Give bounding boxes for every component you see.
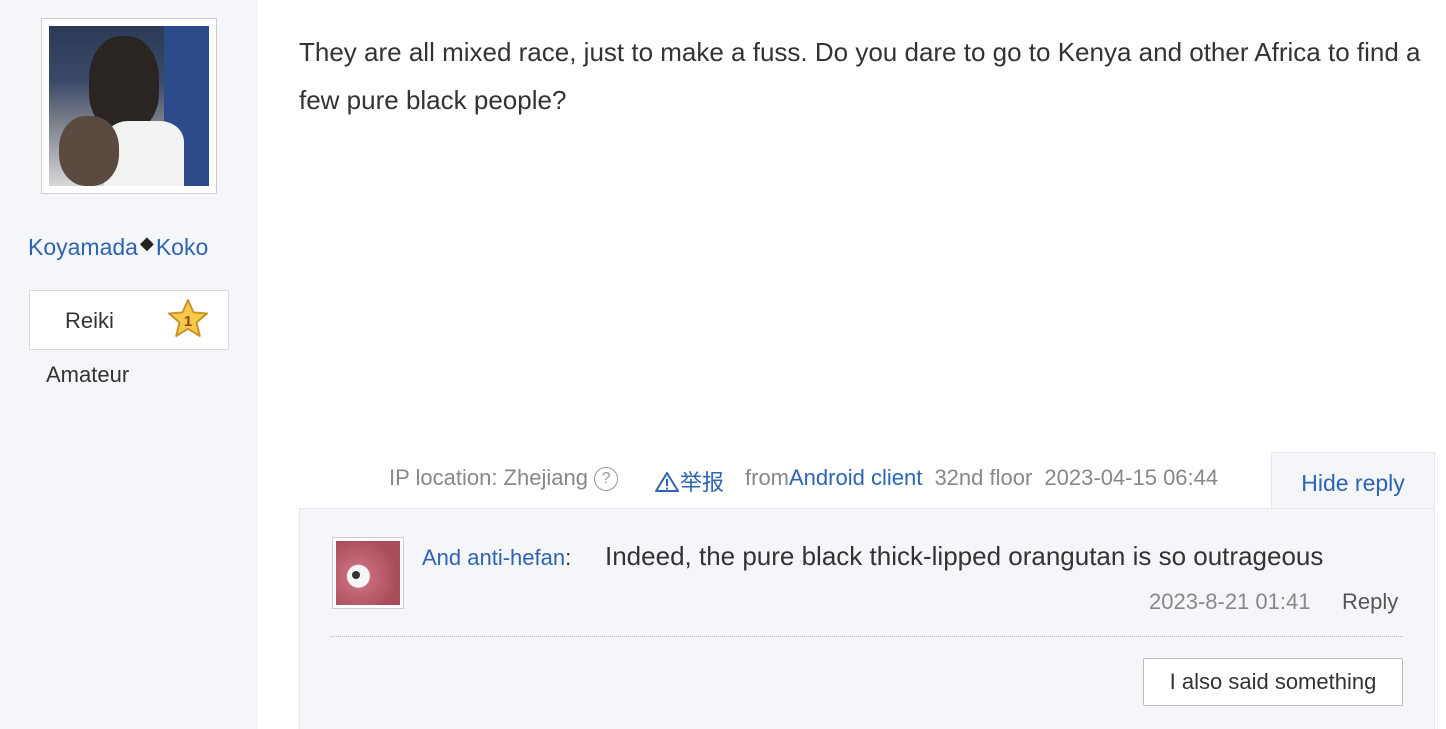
- level-number: 1: [184, 313, 192, 330]
- post-meta: fromAndroid client 32nd floor 2023-04-15…: [745, 465, 1218, 491]
- level-badge[interactable]: Reiki 1: [29, 290, 229, 350]
- ip-location: IP location: Zhejiang ?: [389, 465, 619, 491]
- divider: [331, 636, 1403, 637]
- post-content: They are all mixed race, just to make a …: [299, 37, 1421, 115]
- author-rank: Amateur: [46, 362, 130, 387]
- warning-icon: [655, 472, 679, 492]
- author-username[interactable]: Koyamada ◆Koko: [28, 233, 208, 261]
- reply-text: Indeed, the pure black thick-lipped oran…: [605, 541, 1324, 571]
- reply-button[interactable]: Reply: [1342, 589, 1398, 615]
- reply-username[interactable]: And anti-hefan: [422, 545, 565, 570]
- post-timestamp: 2023-04-15 06:44: [1044, 465, 1219, 490]
- from-label: from: [745, 465, 789, 490]
- floor-number: 32nd floor: [934, 465, 1033, 490]
- say-something-button[interactable]: I also said something: [1143, 658, 1403, 706]
- diamond-icon: ◆: [139, 233, 154, 253]
- author-avatar[interactable]: [41, 18, 217, 194]
- author-sidebar: Koyamada ◆Koko Reiki 1 Amateur: [0, 0, 258, 729]
- avatar-image: [49, 26, 209, 186]
- reply-user: And anti-hefan:: [422, 545, 571, 571]
- reply-avatar-image: [336, 541, 400, 605]
- level-star-icon: 1: [168, 299, 208, 337]
- hide-reply-button[interactable]: Hide reply: [1271, 452, 1435, 510]
- ip-label: IP location: Zhejiang: [389, 465, 588, 490]
- help-icon[interactable]: ?: [594, 467, 619, 491]
- username-part2[interactable]: Koko: [156, 234, 208, 260]
- report-link[interactable]: 举报: [654, 465, 724, 497]
- level-name: Reiki: [65, 308, 114, 333]
- reply-colon: :: [565, 545, 572, 570]
- reply-timestamp: 2023-8-21 01:41: [1149, 589, 1311, 614]
- username-part1[interactable]: Koyamada: [28, 234, 138, 260]
- client-link[interactable]: Android client: [789, 465, 922, 490]
- reply-panel: And anti-hefan: Indeed, the pure black t…: [299, 508, 1435, 729]
- reply-avatar[interactable]: [332, 537, 404, 609]
- report-label[interactable]: 举报: [680, 470, 724, 495]
